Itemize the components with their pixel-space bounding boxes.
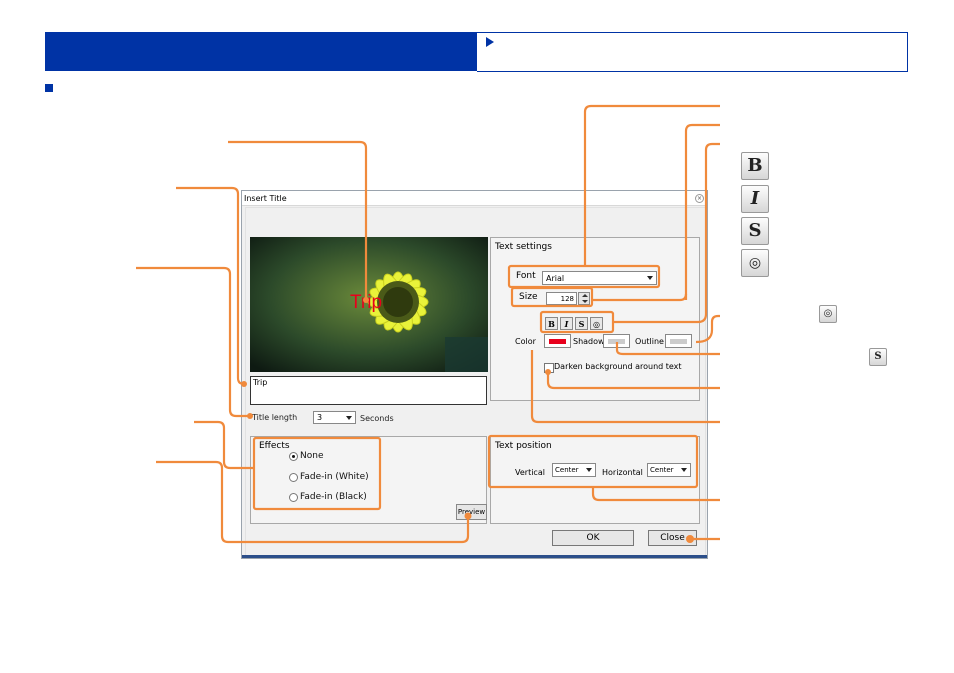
callout-lines <box>136 104 720 544</box>
